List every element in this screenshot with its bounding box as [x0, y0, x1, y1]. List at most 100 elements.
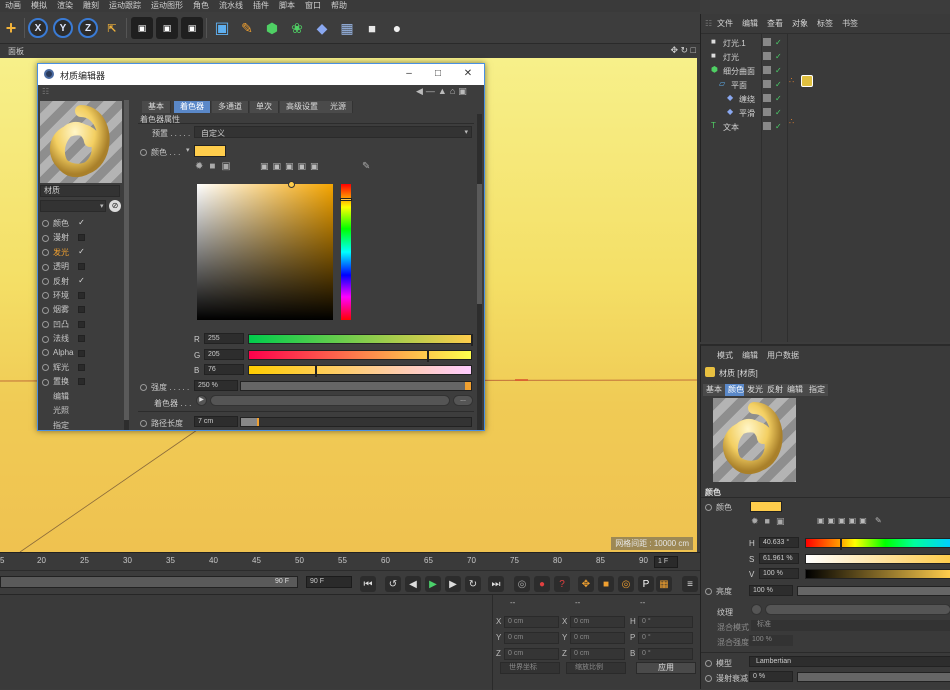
- go-to-end-icon[interactable]: ⏭: [488, 576, 504, 592]
- attr-model-dropdown[interactable]: Lambertian: [749, 656, 950, 667]
- material-tab[interactable]: 多通道: [212, 101, 249, 113]
- channel-item[interactable]: 漫射: [42, 232, 120, 244]
- camera-icon[interactable]: ■: [361, 17, 383, 39]
- menu-item[interactable]: 角色: [188, 0, 214, 12]
- object-menu-item[interactable]: 标签: [817, 18, 833, 29]
- intensity-row[interactable]: 强度 . . . . .: [140, 382, 189, 393]
- channel-checkbox[interactable]: [78, 378, 85, 386]
- hue-marker[interactable]: [340, 198, 352, 201]
- channel-item[interactable]: 透明: [42, 261, 120, 273]
- channel-item[interactable]: 凹凸: [42, 319, 120, 331]
- shader-slot[interactable]: [210, 395, 450, 406]
- layer-icon[interactable]: [763, 80, 771, 88]
- position-z-field[interactable]: 0 cm: [504, 648, 559, 660]
- menu-item[interactable]: 模拟: [26, 0, 52, 12]
- layer-icon[interactable]: [763, 38, 771, 46]
- viewport-nav-icons[interactable]: ✥ ↻ □: [670, 45, 696, 56]
- enabled-check-icon[interactable]: ✓: [775, 80, 782, 89]
- position-x-field[interactable]: 0 cm: [504, 616, 559, 628]
- attr-blend-mode-dropdown[interactable]: 标准: [751, 620, 950, 631]
- channel-checkbox[interactable]: [78, 349, 85, 357]
- material-name-input[interactable]: [40, 200, 106, 212]
- channel-item[interactable]: 置换: [42, 376, 120, 388]
- material-tab[interactable]: 单次: [250, 101, 279, 113]
- render-settings-icon[interactable]: ▣: [181, 17, 203, 39]
- channel-checkbox[interactable]: [78, 234, 85, 242]
- animation-dot-icon[interactable]: [42, 234, 49, 242]
- material-editor-titlebar[interactable]: 材质编辑器 – □ ✕: [38, 64, 484, 85]
- channel-checkbox[interactable]: ✓: [78, 276, 85, 285]
- menu-item[interactable]: 流水线: [214, 0, 248, 12]
- channel-item[interactable]: 光照: [42, 405, 120, 417]
- keyframe-help-icon[interactable]: ?: [554, 576, 570, 592]
- eyedropper-icon[interactable]: ✎: [362, 161, 370, 172]
- menu-item[interactable]: 雕刻: [78, 0, 104, 12]
- timeline-ruler[interactable]: 5 20 25 30 35 40 45 50 55 60 65 70 75 80 85 90: [0, 552, 700, 570]
- object-menu-item[interactable]: 文件: [717, 18, 733, 29]
- play-icon[interactable]: ▶: [425, 576, 441, 592]
- attr-v-field[interactable]: 100 %: [759, 568, 799, 579]
- rotation-b-field[interactable]: 0 °: [638, 648, 693, 660]
- menu-item[interactable]: 脚本: [274, 0, 300, 12]
- enabled-check-icon[interactable]: ✓: [775, 66, 782, 75]
- minimize-icon[interactable]: –: [400, 67, 418, 81]
- channel-item[interactable]: 编辑: [42, 391, 120, 403]
- attr-mode-icons[interactable]: ▣▣▣▣▣ ✎: [817, 516, 885, 525]
- menu-item[interactable]: 运动图形: [146, 0, 188, 12]
- layer-icon[interactable]: [763, 94, 771, 102]
- menu-item[interactable]: 动画: [0, 0, 26, 12]
- scale-key-icon[interactable]: ■: [598, 576, 614, 592]
- menu-item[interactable]: 渲染: [52, 0, 78, 12]
- object-menu-item[interactable]: 查看: [767, 18, 783, 29]
- auto-key-icon[interactable]: ●: [534, 576, 550, 592]
- scale-dropdown[interactable]: 缩放比例: [566, 662, 626, 674]
- world-coords-dropdown[interactable]: 世界坐标: [500, 662, 560, 674]
- right-scrollbar[interactable]: [477, 114, 482, 430]
- b-field[interactable]: 76: [204, 364, 244, 375]
- channel-checkbox[interactable]: [78, 335, 85, 343]
- rotate-key-icon[interactable]: ◎: [618, 576, 634, 592]
- object-row[interactable]: ◆ 缠绕 ✓: [701, 92, 950, 105]
- floor-icon[interactable]: ▦: [336, 17, 358, 39]
- timeline-menu-icon[interactable]: ≡: [682, 576, 698, 592]
- path-length-row[interactable]: 路径长度: [140, 418, 183, 429]
- pick-material-icon[interactable]: ⊘: [109, 200, 121, 212]
- object-menu-item[interactable]: 编辑: [742, 18, 758, 29]
- y-axis-button[interactable]: Y: [53, 18, 73, 38]
- channel-item[interactable]: 反射 ✓: [42, 276, 120, 288]
- color-picker-icons[interactable]: ✹■▣: [195, 161, 237, 172]
- object-menu-item[interactable]: 书签: [842, 18, 858, 29]
- channel-item[interactable]: 发光 ✓: [42, 247, 120, 259]
- b-knob[interactable]: [315, 365, 318, 377]
- render-picture-viewer-icon[interactable]: ▣: [156, 17, 178, 39]
- attribute-tab[interactable]: 反射: [764, 384, 786, 396]
- attr-color-row[interactable]: 颜色: [705, 502, 732, 513]
- end-frame-field[interactable]: 90 F: [306, 576, 352, 588]
- attribute-tab[interactable]: 指定: [806, 384, 828, 396]
- left-scrollbar[interactable]: [124, 100, 129, 430]
- object-row[interactable]: ■ 灯光.1 ✓: [701, 36, 950, 49]
- channel-item[interactable]: Alpha: [42, 348, 120, 360]
- animation-dot-icon[interactable]: [42, 220, 49, 228]
- animation-dot-icon[interactable]: [42, 378, 49, 386]
- channel-checkbox[interactable]: [78, 292, 85, 299]
- object-row[interactable]: ◆ 平滑 ✓: [701, 106, 950, 119]
- attribute-tab[interactable]: 编辑: [784, 384, 806, 396]
- intensity-field[interactable]: 250 %: [194, 380, 238, 391]
- color-dropdown-icon[interactable]: ▾: [186, 146, 190, 154]
- g-knob[interactable]: [427, 350, 430, 362]
- add-icon[interactable]: +: [0, 17, 22, 39]
- attr-diffuse-row[interactable]: 漫射衰减: [705, 673, 748, 684]
- animation-dot-icon[interactable]: [42, 292, 49, 300]
- path-length-slider[interactable]: [240, 417, 472, 427]
- deformer-icon[interactable]: ◆: [311, 17, 333, 39]
- color-mode-icons[interactable]: ▣▣▣▣▣: [260, 161, 323, 172]
- panel-menu[interactable]: 面板: [8, 46, 24, 57]
- layer-icon[interactable]: [763, 52, 771, 60]
- object-menu-item[interactable]: 对象: [792, 18, 808, 29]
- attr-texture-button[interactable]: [751, 604, 762, 615]
- attribute-menu-item[interactable]: 用户数据: [767, 350, 799, 361]
- hue-strip[interactable]: [341, 184, 351, 320]
- color-row[interactable]: 颜色 . . .: [140, 147, 180, 158]
- prev-frame-icon[interactable]: ◀: [405, 576, 421, 592]
